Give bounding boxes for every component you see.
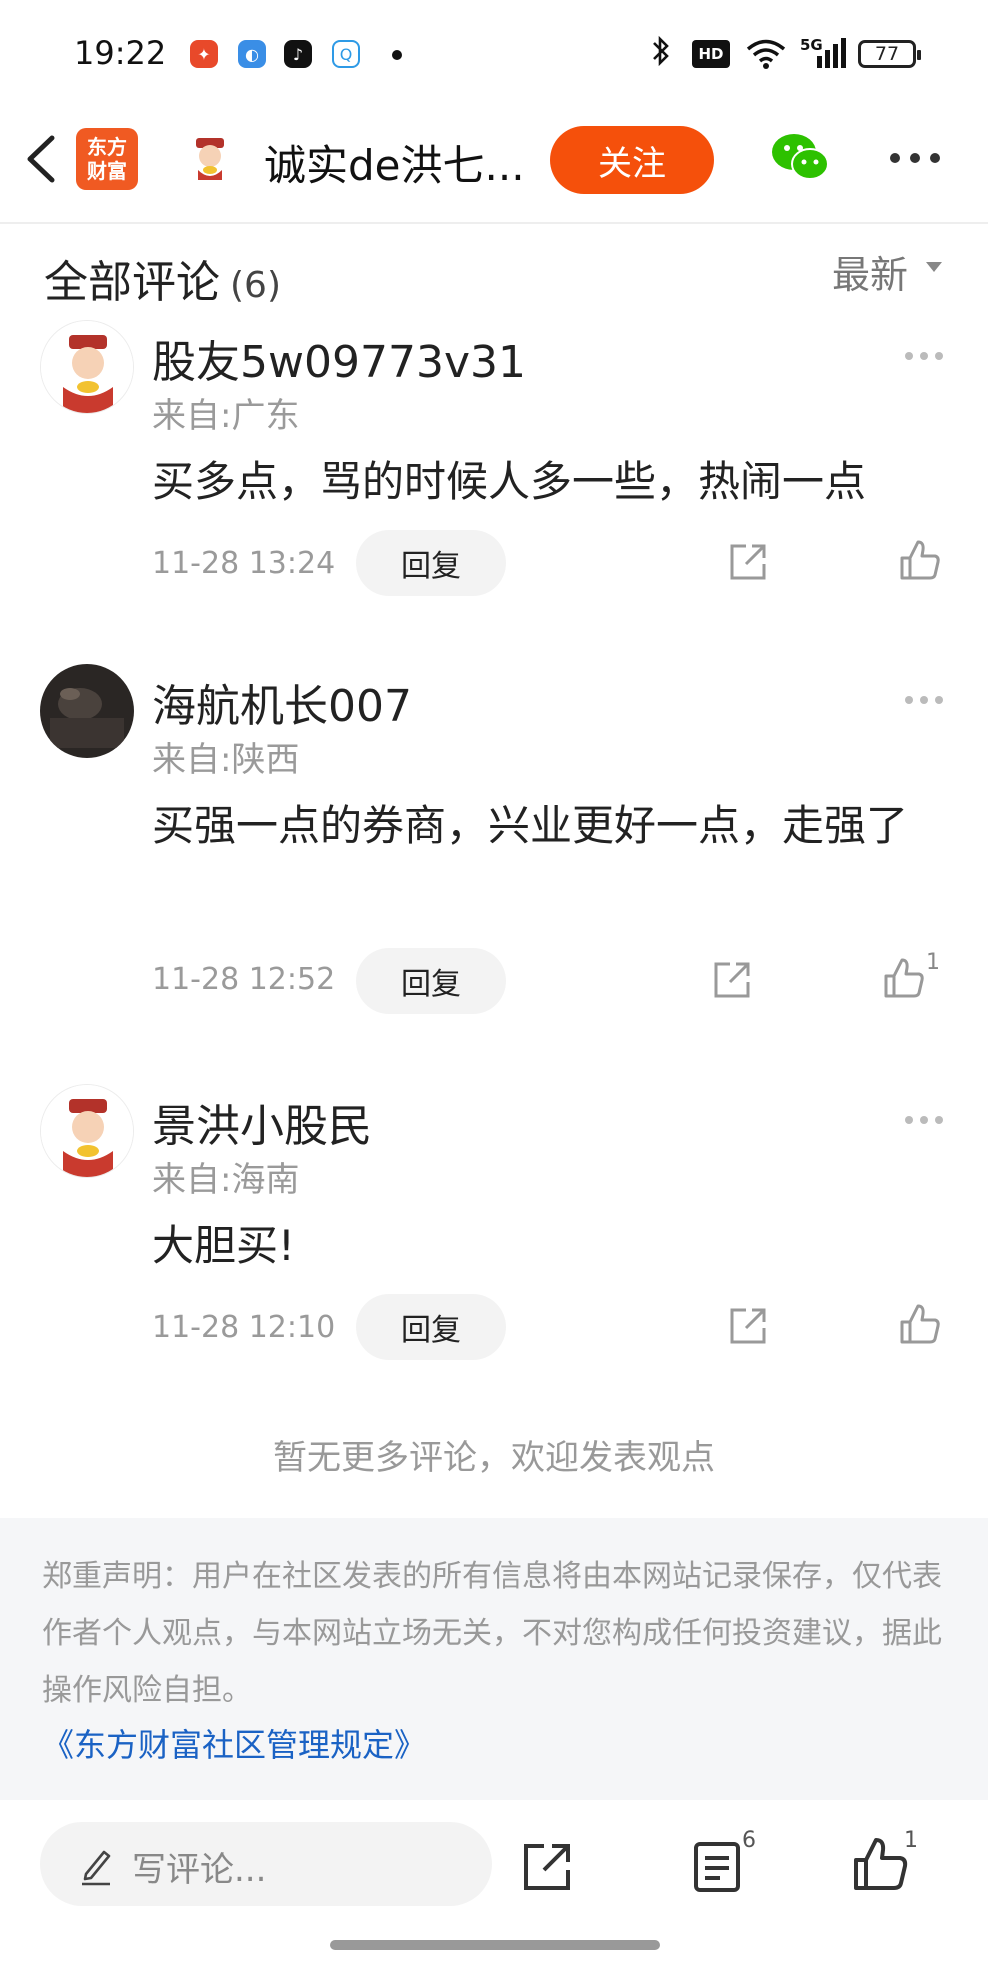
hd-badge: HD — [692, 40, 730, 68]
commenter-name[interactable]: 海航机长007 — [152, 670, 412, 734]
commenter-name[interactable]: 景洪小股民 — [152, 1090, 372, 1154]
app-notification-icon: ✦ — [190, 40, 218, 68]
more-notifications-dot — [392, 50, 402, 60]
status-bar: 19:22 ✦ ◐ ♪ Q HD 5G 77 — [0, 0, 988, 110]
like-icon[interactable] — [882, 956, 926, 1000]
share-icon[interactable] — [726, 540, 770, 584]
share-icon[interactable] — [726, 1304, 770, 1348]
commenter-avatar[interactable] — [40, 320, 134, 414]
reply-button[interactable]: 回复 — [356, 1294, 506, 1360]
share-icon[interactable] — [520, 1838, 576, 1894]
commenter-avatar[interactable] — [40, 664, 134, 758]
follow-button[interactable]: 关注 — [550, 126, 714, 194]
home-indicator[interactable] — [330, 1940, 660, 1950]
commenter-location: 来自:陕西 — [152, 740, 300, 780]
like-icon[interactable] — [898, 1302, 942, 1346]
comments-heading: 全部评论 (6) — [44, 246, 281, 310]
comment-more-icon[interactable] — [904, 690, 944, 704]
comment-more-icon[interactable] — [904, 346, 944, 360]
comments-count: (6) — [230, 265, 281, 306]
status-time: 19:22 — [74, 34, 167, 72]
more-options-icon[interactable] — [888, 150, 942, 164]
wifi-icon — [744, 36, 788, 74]
share-icon[interactable] — [710, 958, 754, 1002]
disclaimer-text: 郑重声明：用户在社区发表的所有信息将由本网站记录保存，仅代表作者个人观点，与本网… — [42, 1559, 942, 1708]
reply-button[interactable]: 回复 — [356, 530, 506, 596]
signal-icon — [816, 38, 846, 72]
sort-dropdown[interactable]: 最新 — [832, 244, 908, 299]
like-icon[interactable] — [850, 1834, 910, 1894]
logo-text: 东方财富 — [87, 135, 127, 183]
caret-down-icon[interactable] — [926, 262, 942, 272]
header-divider — [0, 222, 988, 224]
commenter-location: 来自:广东 — [152, 396, 300, 436]
browser-notification-icon: ◐ — [238, 40, 266, 68]
author-name[interactable]: 诚实de洪七... — [264, 132, 544, 193]
bluetooth-icon — [650, 34, 672, 75]
wechat-share-icon[interactable] — [770, 132, 830, 184]
commenter-location: 来自:海南 — [152, 1160, 300, 1200]
comment-time: 11-28 13:24 — [152, 546, 336, 581]
like-icon[interactable] — [898, 538, 942, 582]
chevron-left-icon — [27, 135, 55, 183]
comment-more-icon[interactable] — [904, 1110, 944, 1124]
reply-button[interactable]: 回复 — [356, 948, 506, 1014]
pencil-icon — [78, 1846, 114, 1886]
comment-text: 买强一点的券商，兴业更好一点，走强了 — [152, 801, 909, 850]
comments-list-icon[interactable] — [690, 1838, 746, 1894]
battery-indicator: 77 — [858, 40, 921, 68]
chat-notification-icon: Q — [332, 40, 360, 68]
community-rules-link[interactable]: 《东方财富社区管理规定》 — [42, 1720, 426, 1766]
commenter-name[interactable]: 股友5w09773v31 — [152, 326, 526, 390]
commenter-avatar[interactable] — [40, 1084, 134, 1178]
author-avatar[interactable] — [184, 132, 236, 184]
back-button[interactable] — [16, 124, 66, 194]
comment-input-placeholder[interactable]: 写评论... — [132, 1842, 266, 1891]
comment-time: 11-28 12:52 — [152, 962, 336, 997]
like-count: 1 — [926, 950, 940, 975]
like-count-badge: 1 — [904, 1828, 918, 1853]
comment-text: 买多点，骂的时候人多一些，热闹一点 — [152, 457, 867, 506]
no-more-comments: 暂无更多评论，欢迎发表观点 — [273, 1438, 715, 1478]
comments-heading-label: 全部评论 — [44, 257, 220, 308]
eastmoney-logo[interactable]: 东方财富 — [76, 128, 138, 190]
comment-count-badge: 6 — [742, 1828, 756, 1853]
comment-time: 11-28 12:10 — [152, 1310, 336, 1345]
tiktok-notification-icon: ♪ — [284, 40, 312, 68]
comment-text: 大胆买! — [152, 1221, 295, 1270]
